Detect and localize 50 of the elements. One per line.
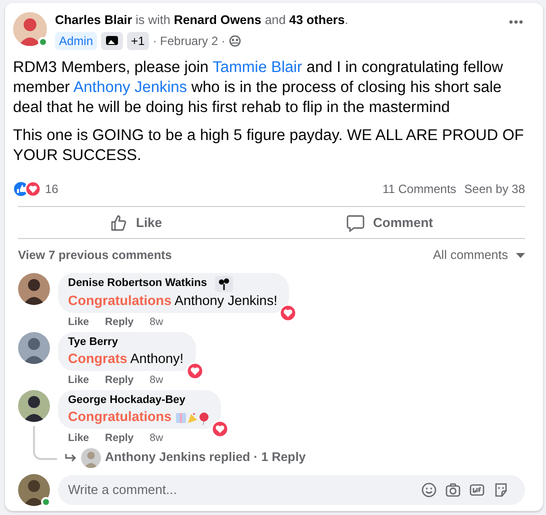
reply-link[interactable]: Reply [105,432,134,445]
reply-arrow-icon [64,452,77,464]
thumbs-up-icon [110,214,128,232]
comment-time: 8w [150,432,164,445]
seen-by-count[interactable]: Seen by 38 [464,180,525,198]
sort-comments-dropdown[interactable]: All comments [432,246,525,265]
comments-count[interactable]: 11 Comments [382,180,456,198]
gif-icon[interactable] [469,482,485,498]
caret-icon [516,252,525,258]
mention-link[interactable]: Tammie Blair [212,59,302,76]
emoji-icon[interactable] [421,482,437,498]
more-options-icon[interactable] [509,20,523,24]
comment-text-input[interactable]: Write a comment... [58,479,421,500]
group-privacy-icon [229,35,242,47]
comment-author[interactable]: George Hockaday-Bey [68,392,186,408]
comment-button[interactable]: Comment [340,207,439,238]
post-paragraph: This one is GOING to be a high 5 figure payday. WE ALL ARE PROUD OF YOUR SUCCESS. [13,126,525,166]
avatar[interactable] [18,332,50,364]
post-header-text: Charles Blair is with Renard Owens and 43 others. [55,12,350,28]
comment-input-field[interactable]: Write a comment... [58,474,525,505]
sticker-icon[interactable] [493,482,509,498]
comment-text: Congrats Anthony! [68,350,184,368]
comment-text: Congratulations [68,408,172,426]
photo-badge-icon [101,32,124,50]
comment-time: 8w [150,316,164,329]
camera-icon[interactable] [445,482,461,498]
comment-text: Congratulations Anthony Jenkins! [68,292,278,310]
like-link[interactable]: Like [68,316,90,329]
admin-badge: Admin [55,32,98,50]
reply-link[interactable]: Reply [105,374,134,387]
reaction-count[interactable]: 16 [45,180,58,198]
post-paragraph: RDM3 Members, please join Tammie Blair and I in congratulating fellow member Anthony Jenkins who is in the process of closing his short sale deal that he will be doing his first rehab to flip in the mastermind [13,58,504,118]
reply-link[interactable]: Reply [105,316,134,329]
like-link[interactable]: Like [68,432,90,445]
view-replies-link[interactable]: Anthony Jenkins replied · 1 Reply [105,448,306,468]
view-previous-comments-link[interactable]: View 7 previous comments [18,246,172,264]
avatar[interactable] [18,474,50,506]
mention-link[interactable]: Anthony Jenkins [73,79,188,96]
comment-author[interactable]: Denise Robertson Watkins [68,276,207,292]
avatar[interactable] [18,390,50,422]
like-link[interactable]: Like [68,374,90,387]
comment-time: 8w [150,374,164,387]
reactions-icon [13,181,41,197]
comment-author[interactable]: Tye Berry [68,334,118,350]
like-button[interactable]: Like [104,207,168,238]
avatar[interactable] [18,272,50,305]
count-badge: +1 [127,32,149,50]
speech-bubble-icon [346,214,366,232]
post-date: · February 2 · [152,33,226,50]
thread-line [33,426,57,460]
